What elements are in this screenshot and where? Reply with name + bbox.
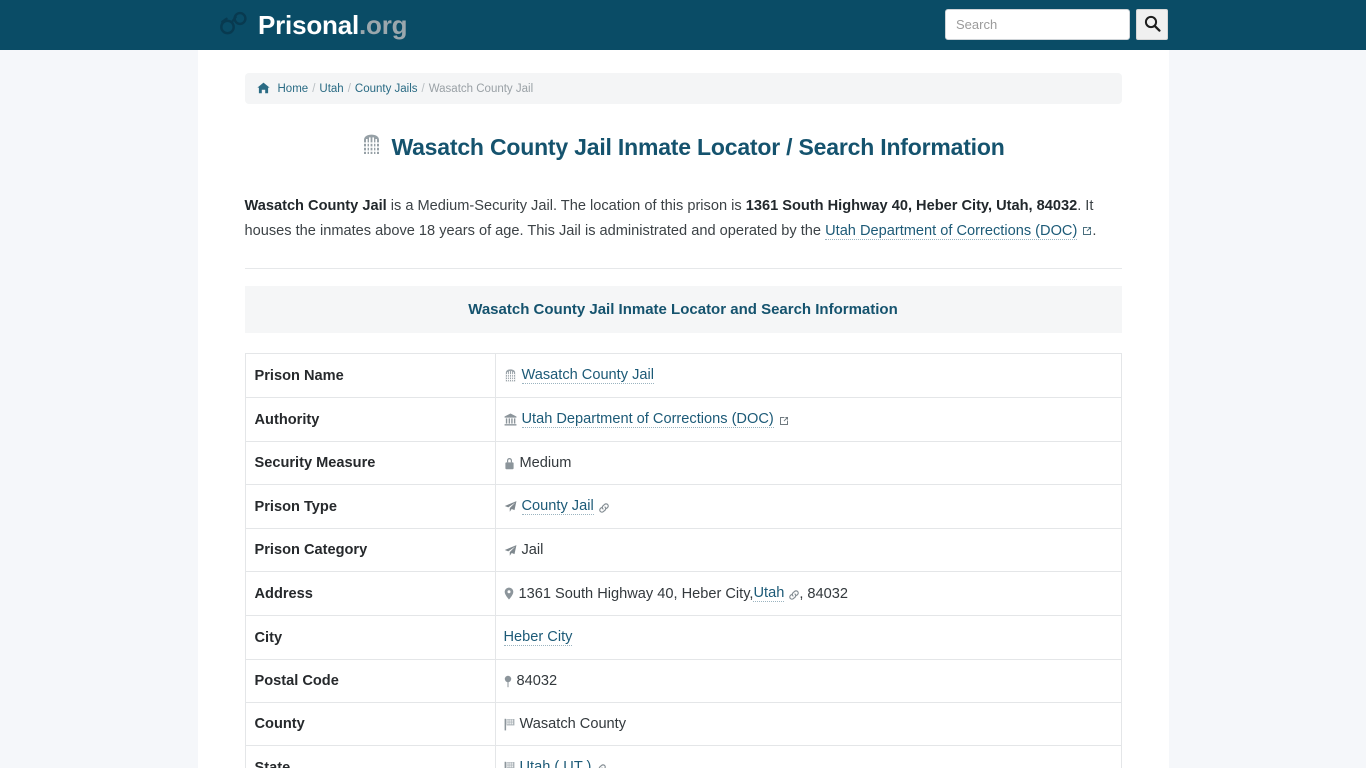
breadcrumb-item-home[interactable]: Home [278, 83, 309, 95]
map-pin-icon [504, 675, 512, 688]
row-key: City [244, 615, 496, 660]
prison-info-table: Prison Name Wasatch County Jail Authorit… [244, 353, 1122, 768]
breadcrumb-separator: / [347, 82, 351, 95]
row-value: Jail [494, 528, 1122, 572]
bank-icon [504, 413, 517, 426]
row-key: Prison Name [244, 353, 496, 398]
table-row: Security Measure Medium [244, 441, 1122, 485]
flag-icon [504, 761, 515, 768]
link-icon [596, 763, 607, 768]
brand-name-tld: .org [359, 10, 408, 40]
table-caption: Wasatch County Jail Inmate Locator and S… [244, 286, 1122, 333]
row-value: 84032 [494, 659, 1122, 703]
search-icon [1144, 15, 1161, 35]
security-measure-value: Medium [519, 455, 572, 471]
table-row: Prison Category Jail [244, 528, 1122, 572]
row-value: Utah Department of Corrections (DOC) [494, 397, 1122, 442]
handcuffs-icon [218, 10, 248, 41]
state-link[interactable]: Utah ( UT ) [520, 759, 592, 768]
row-key: Authority [244, 397, 496, 442]
row-value: Medium [494, 441, 1122, 485]
prison-type-link[interactable]: County Jail [521, 498, 594, 515]
city-link[interactable]: Heber City [503, 629, 573, 646]
address-state-link[interactable]: Utah [753, 585, 785, 602]
row-key: Prison Category [244, 528, 496, 572]
address-prefix: 1361 South Highway 40, Heber City, [518, 585, 754, 602]
table-row: County Wasatch County [244, 702, 1122, 746]
row-key: State [244, 745, 496, 768]
page-title-text: Wasatch County Jail Inmate Locator / Sea… [391, 134, 1005, 160]
breadcrumb-item-county-jails[interactable]: County Jails [355, 83, 418, 95]
intro-authority-link[interactable]: Utah Department of Corrections (DOC) [825, 223, 1078, 240]
row-key: Security Measure [244, 441, 496, 485]
brand-name: Prisonal.org [258, 10, 408, 40]
paper-plane-icon [504, 500, 517, 513]
row-value: Heber City [494, 615, 1122, 660]
paper-plane-icon [504, 544, 517, 557]
external-link-icon [779, 416, 789, 426]
page-title: Wasatch County Jail Inmate Locator / Sea… [245, 134, 1122, 161]
intro-address: 1361 South Highway 40, Heber City, Utah,… [745, 198, 1078, 214]
lock-icon [504, 457, 515, 470]
address-suffix: , 84032 [799, 585, 849, 602]
search-button[interactable] [1136, 9, 1168, 40]
breadcrumb-separator: / [312, 82, 316, 95]
postal-code-value: 84032 [516, 673, 558, 689]
prison-name-link[interactable]: Wasatch County Jail [521, 367, 654, 384]
row-key: Prison Type [244, 484, 496, 529]
row-value: Wasatch County Jail [494, 353, 1122, 398]
intro-prison-name: Wasatch County Jail [244, 198, 387, 214]
row-key: Postal Code [244, 659, 496, 703]
page-container: Home / Utah / County Jails / Wasatch Cou… [197, 50, 1169, 768]
link-icon [789, 589, 800, 600]
flag-icon [504, 718, 515, 731]
row-value: County Jail [494, 484, 1122, 529]
table-row: State Utah ( UT ) [244, 745, 1122, 768]
breadcrumb: Home / Utah / County Jails / Wasatch Cou… [244, 73, 1122, 104]
table-row: Postal Code 84032 [244, 659, 1122, 703]
brand-logo-link[interactable]: Prisonal.org [218, 10, 408, 41]
map-marker-icon [504, 587, 514, 600]
top-navbar: Prisonal.org [0, 0, 1366, 50]
table-row: Prison Type County Jail [244, 484, 1122, 529]
table-row: Prison Name Wasatch County Jail [244, 353, 1122, 398]
row-value: Wasatch County [494, 702, 1122, 746]
jail-building-icon [504, 369, 517, 382]
county-value: Wasatch County [519, 716, 627, 732]
breadcrumb-item-utah[interactable]: Utah [319, 83, 343, 95]
row-value: 1361 South Highway 40, Heber City, Utah,… [494, 571, 1122, 616]
link-icon [598, 502, 609, 513]
table-row: Authority Utah Department of Corrections… [244, 397, 1122, 442]
intro-text-part3: . [1092, 223, 1097, 239]
intro-paragraph: Wasatch County Jail is a Medium-Security… [245, 194, 1122, 244]
table-row: City Heber City [244, 615, 1122, 660]
home-icon [256, 82, 270, 97]
authority-link[interactable]: Utah Department of Corrections (DOC) [521, 411, 774, 428]
external-link-icon [1082, 226, 1092, 236]
prison-category-value: Jail [521, 542, 544, 558]
table-row: Address 1361 South Highway 40, Heber Cit… [244, 571, 1122, 616]
brand-name-main: Prisonal [258, 10, 359, 40]
jail-building-icon [361, 134, 382, 161]
search-input[interactable] [945, 9, 1130, 40]
search-form [945, 9, 1168, 40]
section-divider [244, 268, 1122, 269]
row-key: Address [244, 571, 496, 616]
breadcrumb-item-current: Wasatch County Jail [428, 82, 534, 95]
row-value: Utah ( UT ) [494, 745, 1122, 768]
row-key: County [244, 702, 496, 746]
intro-text-part1: is a Medium-Security Jail. The location … [386, 198, 746, 214]
breadcrumb-separator: / [421, 82, 425, 95]
